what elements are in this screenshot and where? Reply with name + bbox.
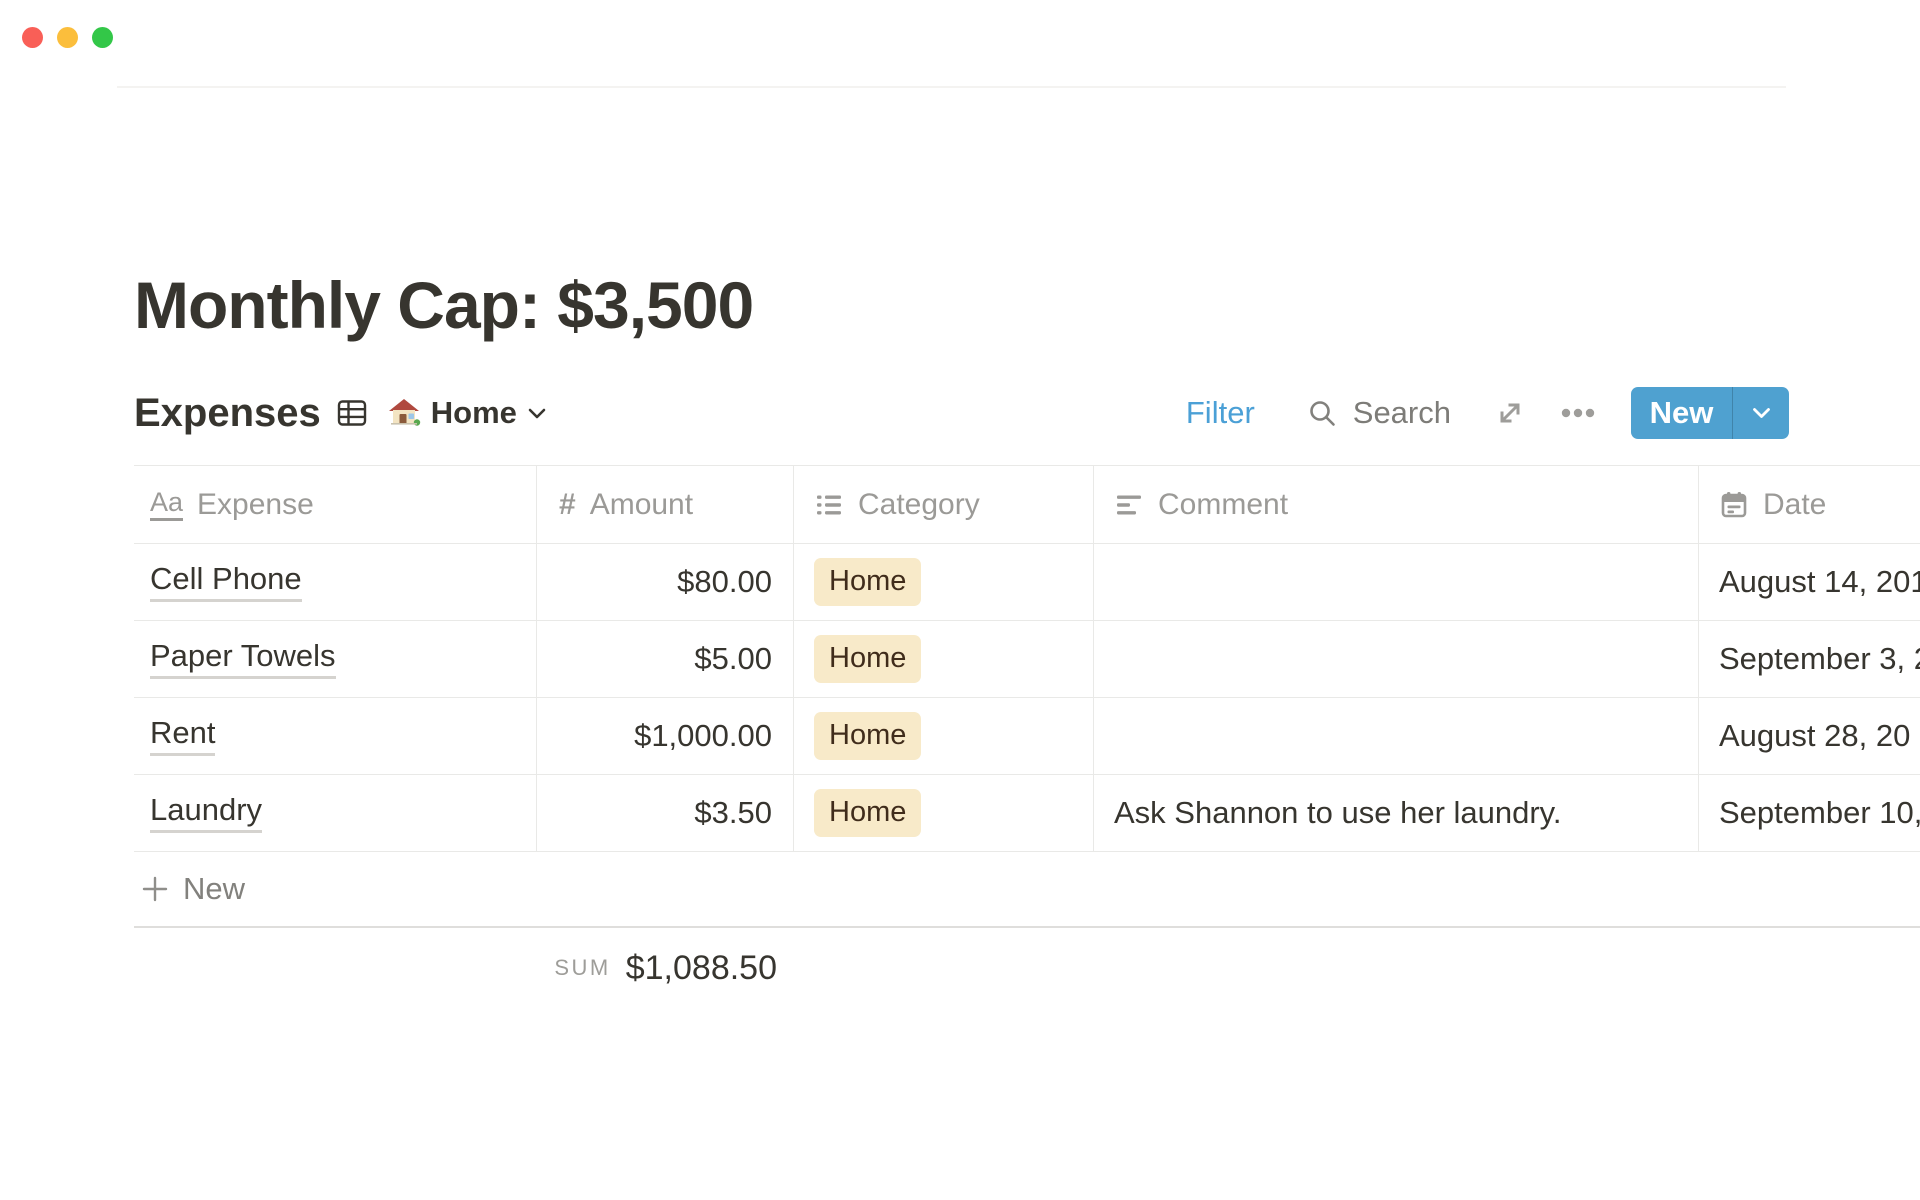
table-row: Cell Phone $80.00 Home August 14, 201 [134, 544, 1920, 621]
table-view-icon [336, 397, 368, 429]
category-cell[interactable]: Home [794, 698, 1094, 774]
column-label: Expense [197, 488, 314, 522]
text-align-icon [1114, 490, 1144, 520]
amount-cell[interactable]: $5.00 [537, 621, 794, 697]
filter-button[interactable]: Filter [1186, 395, 1255, 431]
zoom-window-button[interactable] [92, 27, 113, 48]
date-cell[interactable]: August 14, 201 [1699, 544, 1920, 620]
column-header-category[interactable]: Category [794, 466, 1094, 543]
search-label: Search [1353, 395, 1451, 431]
expenses-table: Aa Expense # Amount Category [134, 465, 1920, 928]
table-header-row: Aa Expense # Amount Category [134, 465, 1920, 544]
comment-cell[interactable] [1094, 544, 1699, 620]
amount-value: $5.00 [694, 641, 772, 677]
comment-value: Ask Shannon to use her laundry. [1114, 795, 1562, 831]
ellipsis-icon [1561, 408, 1595, 418]
more-options-button[interactable] [1561, 408, 1595, 418]
search-button[interactable]: Search [1307, 395, 1451, 431]
top-divider [117, 86, 1786, 88]
collection-toolbar: Filter Search [1186, 387, 1789, 439]
date-cell[interactable]: September 3, 2 [1699, 621, 1920, 697]
new-button-dropdown[interactable] [1732, 387, 1789, 439]
date-value: September 10, [1719, 795, 1920, 831]
column-header-date[interactable]: Date [1699, 466, 1920, 543]
date-cell[interactable]: September 10, [1699, 775, 1920, 851]
table-row: Laundry $3.50 Home Ask Shannon to use he… [134, 775, 1920, 852]
column-label: Comment [1158, 488, 1288, 522]
source-dropdown[interactable]: Home [387, 395, 547, 431]
expand-view-button[interactable] [1497, 400, 1523, 426]
source-name: Home [431, 395, 517, 431]
column-header-comment[interactable]: Comment [1094, 466, 1699, 543]
amount-value: $80.00 [677, 564, 772, 600]
amount-aggregate[interactable]: SUM $1,088.50 [537, 938, 777, 998]
column-label: Date [1763, 488, 1826, 522]
amount-cell[interactable]: $1,000.00 [537, 698, 794, 774]
chevron-down-icon [527, 406, 547, 421]
expense-cell[interactable]: Cell Phone [134, 544, 537, 620]
amount-cell[interactable]: $80.00 [537, 544, 794, 620]
comment-cell[interactable] [1094, 621, 1699, 697]
notion-window: Monthly Cap: $3,500 Expenses [0, 0, 1920, 1200]
sum-value: $1,088.50 [626, 949, 777, 988]
column-label: Category [858, 488, 980, 522]
minimize-window-button[interactable] [57, 27, 78, 48]
sum-label: SUM [554, 955, 610, 981]
amount-cell[interactable]: $3.50 [537, 775, 794, 851]
category-tag: Home [814, 789, 921, 837]
page-link: Paper Towels [150, 639, 336, 679]
column-header-expense[interactable]: Aa Expense [134, 466, 537, 543]
column-header-amount[interactable]: # Amount [537, 466, 794, 543]
new-button[interactable]: New [1631, 387, 1732, 439]
amount-value: $3.50 [694, 795, 772, 831]
category-tag: Home [814, 558, 921, 606]
select-property-icon [814, 490, 844, 520]
amount-value: $1,000.00 [634, 718, 772, 754]
date-value: August 14, 201 [1719, 564, 1920, 600]
page-link: Cell Phone [150, 562, 302, 602]
table-row: Rent $1,000.00 Home August 28, 20 [134, 698, 1920, 775]
date-cell[interactable]: August 28, 20 [1699, 698, 1920, 774]
date-value: September 3, 2 [1719, 641, 1920, 677]
expense-cell[interactable]: Rent [134, 698, 537, 774]
comment-cell[interactable] [1094, 698, 1699, 774]
close-window-button[interactable] [22, 27, 43, 48]
category-tag: Home [814, 712, 921, 760]
collection-header: Expenses [134, 385, 1789, 441]
view-title[interactable]: Expenses [134, 391, 321, 436]
comment-cell[interactable]: Ask Shannon to use her laundry. [1094, 775, 1699, 851]
window-controls [22, 27, 113, 48]
house-emoji-icon [387, 396, 421, 430]
new-row-label: New [183, 871, 245, 907]
category-cell[interactable]: Home [794, 775, 1094, 851]
search-icon [1307, 398, 1337, 428]
column-label: Amount [590, 488, 693, 522]
table-row: Paper Towels $5.00 Home September 3, 2 [134, 621, 1920, 698]
collection-header-left: Expenses [134, 391, 547, 436]
category-cell[interactable]: Home [794, 544, 1094, 620]
page-link: Rent [150, 716, 215, 756]
page-link: Laundry [150, 793, 262, 833]
add-new-row-button[interactable]: New [134, 852, 1920, 928]
new-button-group: New [1631, 387, 1789, 439]
expense-cell[interactable]: Laundry [134, 775, 537, 851]
expand-diagonal-icon [1497, 400, 1523, 426]
category-cell[interactable]: Home [794, 621, 1094, 697]
page-title[interactable]: Monthly Cap: $3,500 [134, 272, 753, 338]
number-property-icon: # [559, 490, 576, 520]
expense-cell[interactable]: Paper Towels [134, 621, 537, 697]
category-tag: Home [814, 635, 921, 683]
plus-icon [140, 874, 170, 904]
chevron-down-icon [1752, 407, 1771, 420]
calendar-icon [1719, 490, 1749, 520]
date-value: August 28, 20 [1719, 718, 1910, 754]
text-property-icon: Aa [150, 489, 183, 521]
